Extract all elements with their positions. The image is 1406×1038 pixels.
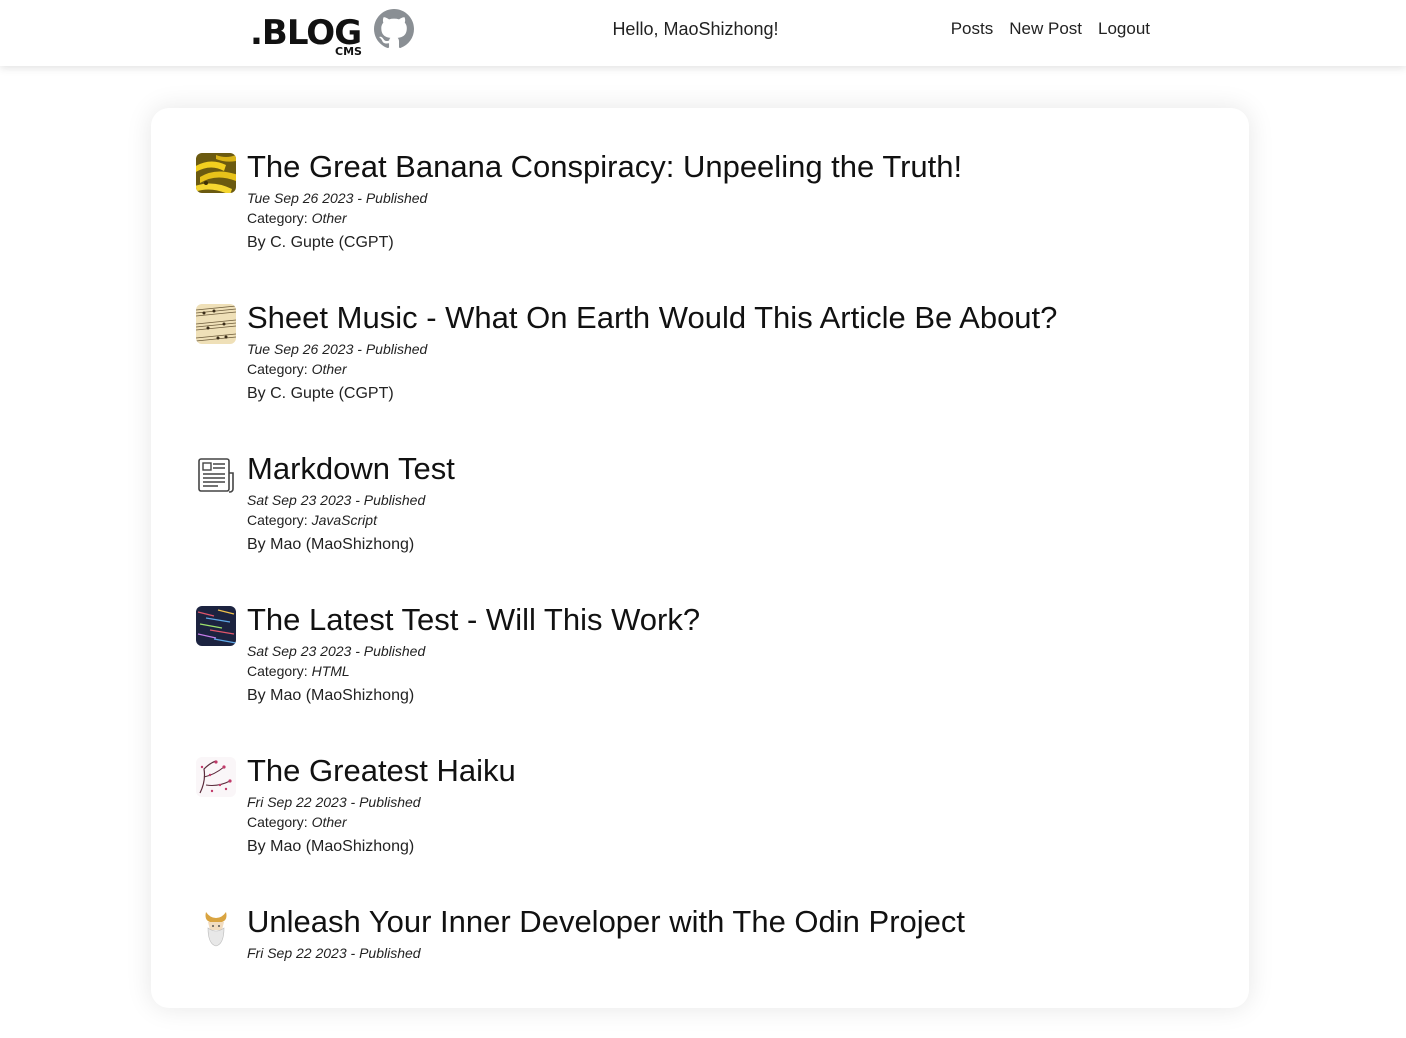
post-title[interactable]: The Great Banana Conspiracy: Unpeeling t… [247, 149, 962, 185]
post-status: Published [363, 492, 426, 508]
post-date: Sat Sep 23 2023 - Published [247, 643, 426, 659]
post-category: Category: Other [247, 361, 347, 377]
posts-card: The Great Banana Conspiracy: Unpeeling t… [151, 108, 1249, 1008]
cherry-blossom-thumbnail [196, 757, 236, 797]
sheet-music-thumbnail [196, 304, 236, 344]
post-date: Fri Sep 22 2023 - Published [247, 945, 421, 961]
post-title[interactable]: The Greatest Haiku [247, 753, 516, 789]
post-author: By C. Gupte (CGPT) [247, 234, 394, 251]
top-navbar: .BLOG CMS Hello, MaoShizhong! Posts New … [0, 0, 1406, 66]
post-date: Sat Sep 23 2023 - Published [247, 492, 426, 508]
post-item: The Great Banana Conspiracy: Unpeeling t… [196, 149, 1196, 283]
brand-subtext: CMS [335, 45, 362, 58]
post-status: Published [359, 794, 421, 810]
post-item: Sheet Music - What On Earth Would This A… [196, 300, 1196, 434]
post-category: Category: JavaScript [247, 512, 377, 528]
post-category: Category: Other [247, 210, 347, 226]
article-icon [196, 455, 236, 495]
post-date: Tue Sep 26 2023 - Published [247, 341, 428, 357]
code-screen-thumbnail [196, 606, 236, 646]
nav-posts-link[interactable]: Posts [951, 19, 994, 39]
post-status: Published [365, 190, 428, 206]
nav-logout-link[interactable]: Logout [1098, 19, 1150, 39]
post-date: Tue Sep 26 2023 - Published [247, 190, 428, 206]
post-item: Markdown Test Sat Sep 23 2023 - Publishe… [196, 451, 1196, 585]
nav-links: Posts New Post Logout [951, 19, 1150, 39]
post-category: Category: Other [247, 814, 347, 830]
post-item: Unleash Your Inner Developer with The Od… [196, 904, 1196, 1038]
post-title[interactable]: Unleash Your Inner Developer with The Od… [247, 904, 965, 940]
post-title[interactable]: Markdown Test [247, 451, 455, 487]
post-category: Category: HTML [247, 663, 350, 679]
bananas-thumbnail [196, 153, 236, 193]
post-author: By C. Gupte (CGPT) [247, 385, 394, 402]
post-status: Published [363, 643, 426, 659]
post-title[interactable]: The Latest Test - Will This Work? [247, 602, 700, 638]
post-date: Fri Sep 22 2023 - Published [247, 794, 421, 810]
post-item: The Latest Test - Will This Work? Sat Se… [196, 602, 1196, 736]
odin-logo-thumbnail [196, 908, 236, 948]
post-author: By Mao (MaoShizhong) [247, 687, 415, 704]
greeting-text: Hello, MaoShizhong! [612, 19, 779, 39]
post-status: Published [365, 341, 428, 357]
post-author: By Mao (MaoShizhong) [247, 838, 415, 855]
post-status: Published [359, 945, 421, 961]
post-author: By Mao (MaoShizhong) [247, 536, 415, 553]
post-title[interactable]: Sheet Music - What On Earth Would This A… [247, 300, 1057, 336]
post-item: The Greatest Haiku Fri Sep 22 2023 - Pub… [196, 753, 1196, 887]
nav-new-post-link[interactable]: New Post [1009, 19, 1082, 39]
